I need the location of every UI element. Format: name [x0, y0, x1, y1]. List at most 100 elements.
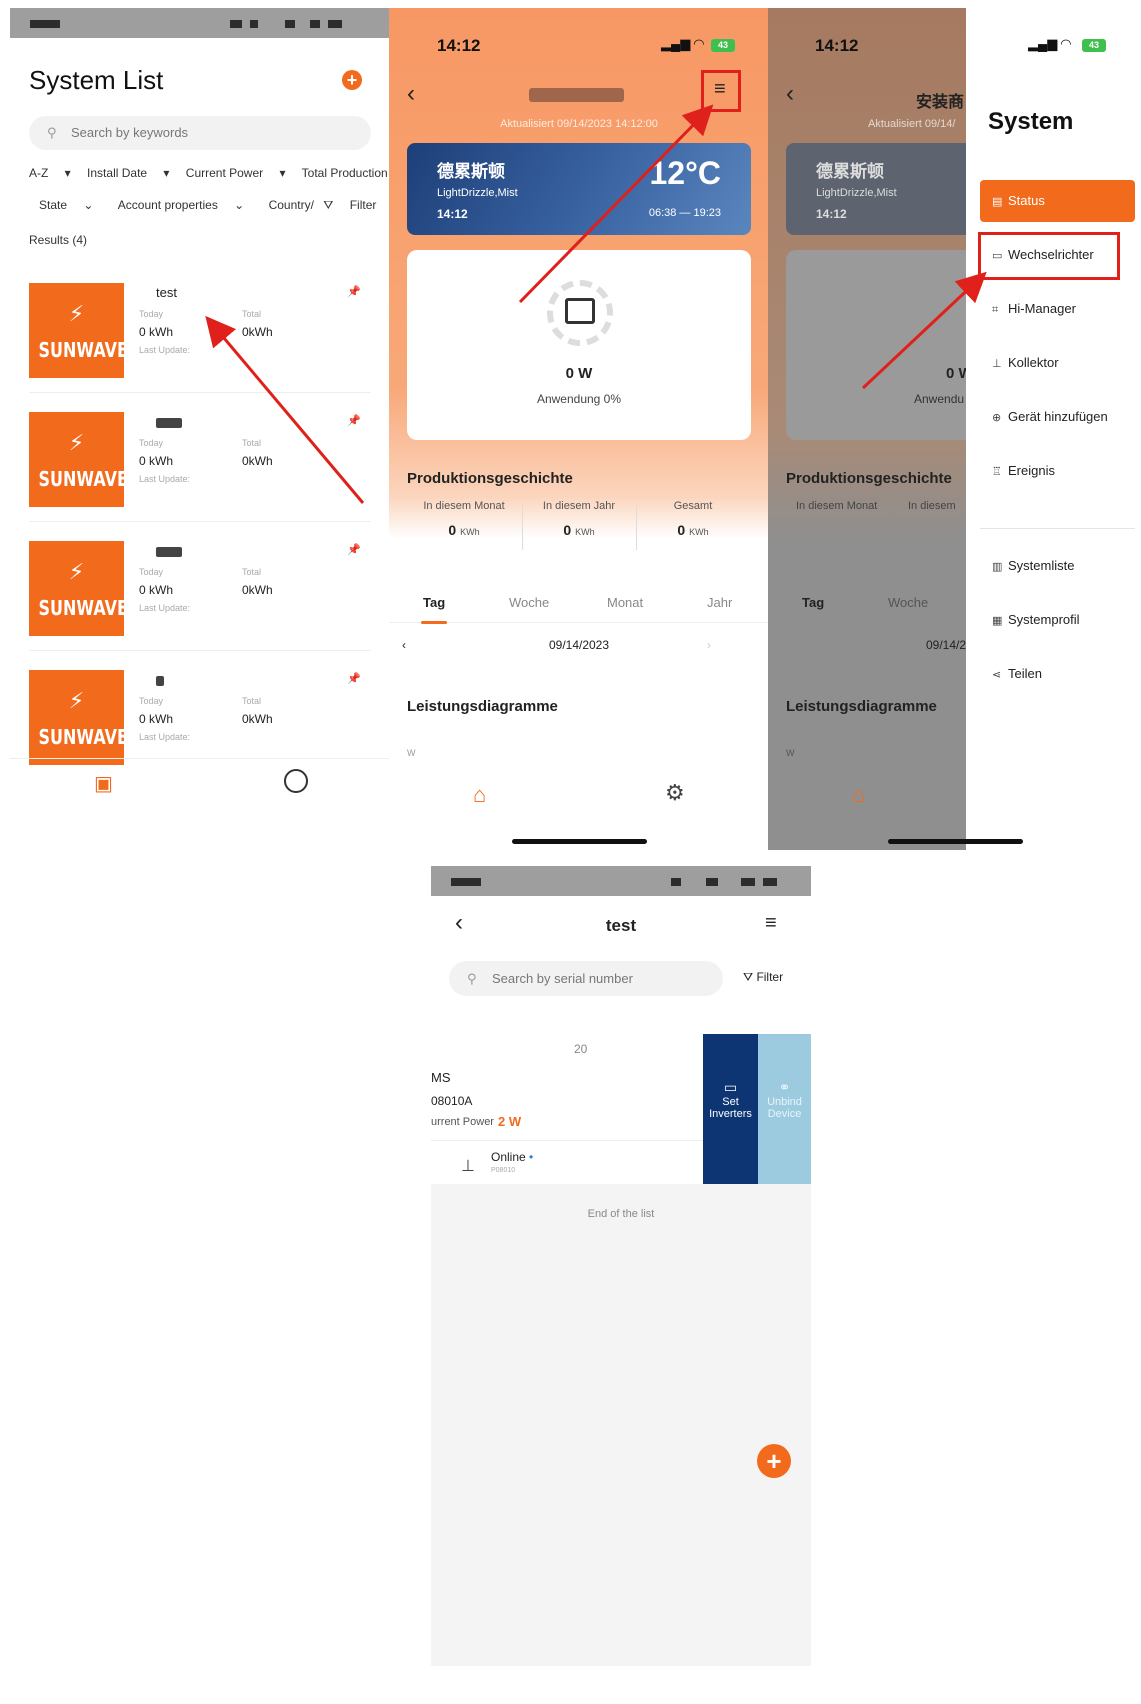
period-tabs: Tag Woche Monat Jahr [389, 583, 769, 624]
tab-week[interactable]: Woche [509, 595, 549, 610]
monitor-icon: ▭ [723, 1079, 738, 1095]
sort-row: A-Z ▾ Install Date ▾ Current Power ▾ Tot… [29, 166, 390, 180]
plant-tab-icon[interactable]: ▣ [94, 771, 113, 796]
collector-icon: ⊥ [461, 1158, 475, 1175]
device-list-screen: ‹ test ≡ ⚲ Search by serial number ⛛ Fil… [431, 866, 811, 1666]
divider [980, 528, 1135, 529]
filter-country[interactable]: Country/ [269, 198, 314, 212]
power-card: 0 W Anwendung 0% [407, 250, 751, 440]
weather-card: 德累斯顿 LightDrizzle,Mist 14:12 12°C 06:38 … [407, 143, 751, 235]
unlink-icon: ⚭ [778, 1079, 791, 1095]
system-card[interactable]: ⚡ SUNWAVE test Today 0 kWh Total 0kWh Las… [29, 283, 371, 393]
service-tab-icon[interactable] [284, 769, 308, 793]
sort-install-date[interactable]: Install Date ▾ [87, 166, 169, 180]
bottom-nav: ⌂ ⚙ [389, 768, 769, 818]
bottom-tab-bar: ▣ [10, 758, 390, 808]
back-icon[interactable]: ‹ [407, 80, 415, 108]
share-icon: ⋖ [992, 669, 1002, 681]
current-power: 0 W [565, 365, 593, 382]
menu-item-event[interactable]: ♖ Ereignis [980, 450, 1135, 492]
tab-month[interactable]: Monat [607, 595, 643, 610]
tab-year[interactable]: Jahr [707, 595, 732, 610]
menu-item-system-profile[interactable]: ▦ Systemprofil [980, 599, 1135, 641]
status-bar [431, 866, 811, 896]
power-card-dimmed: 0 W Anwendu [786, 250, 976, 440]
clock: 14:12 [437, 36, 481, 55]
sort-total-production[interactable]: Total Production ▾ [302, 166, 390, 180]
plant-detail-screen: 14:12 ▂▄▆ ◠ 43 ‹ ≡ Aktualisiert 09/14/20… [389, 8, 769, 850]
power-ring [547, 280, 613, 346]
signal-icon: ▂▄▆ ◠ [661, 36, 704, 51]
usage: Anwendung 0% [536, 392, 622, 406]
search-icon: ⚲ [47, 125, 57, 140]
sunwave-logo: ⚡ SUNWAVE [29, 283, 128, 378]
add-device-icon: ⊕ [992, 412, 1002, 424]
sunrise-sunset: 06:38 — 19:23 [648, 207, 721, 219]
pin-icon[interactable]: 📌 [347, 672, 361, 685]
pin-icon[interactable]: 📌 [347, 285, 361, 298]
battery-icon: 43 [1082, 39, 1106, 52]
device-row[interactable]: 20 MS 08010A urrent Power 2 W ⊥ Online •… [431, 1034, 811, 1184]
tab-day[interactable]: Tag [420, 595, 448, 624]
home-indicator [512, 839, 647, 844]
set-inverters-button[interactable]: ▭ Set Inverters [703, 1034, 758, 1184]
system-card[interactable]: ⚡ SUNWAVE Today 0 kWh Total 0kWh Last Upd… [29, 412, 371, 522]
serial-search-input[interactable]: ⚲ Search by serial number [449, 961, 723, 996]
system-name-blurred [156, 676, 164, 686]
filter-state[interactable]: State ⌄ [39, 198, 93, 212]
search-input[interactable]: ⚲ Search by keywords [29, 116, 371, 150]
menu-icon[interactable]: ≡ [765, 912, 777, 935]
profile-icon: ▦ [992, 615, 1003, 627]
system-name-blurred [156, 418, 182, 428]
end-of-list: End of the list [587, 1208, 655, 1220]
system-name-blurred [156, 547, 182, 557]
plant-name-blurred [529, 88, 624, 102]
history-title: Produktionsgeschichte [407, 470, 573, 487]
gear-icon[interactable]: ⚙ [665, 780, 685, 806]
power-label: urrent Power [431, 1116, 494, 1128]
sunwave-logo: ⚡ SUNWAVE [29, 412, 128, 507]
system-list-screen: System List + ⚲ Search by keywords A-Z ▾… [10, 8, 390, 850]
battery-icon: 43 [711, 39, 735, 52]
highlight-box [978, 232, 1120, 280]
home-icon[interactable]: ⌂ [473, 782, 486, 808]
page-title: System List [29, 65, 164, 95]
home-indicator [888, 839, 1023, 844]
filter-account[interactable]: Account properties ⌄ [118, 198, 244, 212]
updated-time: Aktualisiert 09/14/2023 14:12:00 [500, 118, 658, 130]
search-placeholder: Search by keywords [71, 125, 189, 140]
add-device-fab[interactable]: + [757, 1444, 791, 1478]
menu-item-status[interactable]: ▤ Status [980, 180, 1135, 222]
status-online: Online • [491, 1150, 534, 1164]
filter-icon: ⛛ [323, 198, 334, 212]
sort-current-power[interactable]: Current Power ▾ [186, 166, 286, 180]
filter-row: State ⌄ Account properties ⌄ Country/ ⛛ … [29, 198, 390, 213]
menu-screen: 14:12 ‹ 安装商 Aktualisiert 09/14/ 德累斯顿 Lig… [768, 8, 1141, 850]
menu-icon[interactable]: ≡ [714, 78, 726, 101]
system-name: test [156, 285, 177, 300]
pin-icon[interactable]: 📌 [347, 414, 361, 427]
next-date-icon[interactable]: › [707, 638, 711, 652]
system-card[interactable]: ⚡ SUNWAVE Today 0 kWh Total 0kWh Last Upd… [29, 541, 371, 651]
results-count: Results (4) [29, 233, 88, 247]
menu-item-system-list[interactable]: ▥ Systemliste [980, 545, 1135, 587]
filter-button[interactable]: ⛛ Filter [323, 198, 389, 212]
add-system-button[interactable]: + [342, 70, 362, 90]
unbind-device-button[interactable]: ⚭ Unbind Device [758, 1034, 811, 1184]
sunwave-logo: ⚡ SUNWAVE [29, 541, 128, 636]
menu-item-hi-manager[interactable]: ⌗ Hi-Manager [980, 288, 1135, 330]
drawer-title: System [988, 108, 1074, 135]
menu-item-add-device[interactable]: ⊕ Gerät hinzufügen [980, 396, 1135, 438]
menu-item-collector[interactable]: ⊥ Kollektor [980, 342, 1135, 384]
sort-az[interactable]: A-Z ▾ [29, 166, 71, 180]
status-icon: ▤ [992, 196, 1003, 208]
search-icon: ⚲ [467, 971, 477, 986]
chart-title: Leistungsdiagramme [407, 698, 558, 715]
pin-icon[interactable]: 📌 [347, 543, 361, 556]
monitor-icon [565, 298, 595, 324]
filter-button[interactable]: ⛛ Filter [743, 970, 783, 985]
sunwave-logo: ⚡ SUNWAVE [29, 670, 128, 765]
menu-item-share[interactable]: ⋖ Teilen [980, 653, 1135, 695]
dimmed-background[interactable]: 14:12 ‹ 安装商 Aktualisiert 09/14/ 德累斯顿 Lig… [768, 8, 976, 850]
side-drawer: ▂▄▆ ◠ 43 System ▤ Status ▭ Wechselrichter … [966, 8, 1141, 850]
